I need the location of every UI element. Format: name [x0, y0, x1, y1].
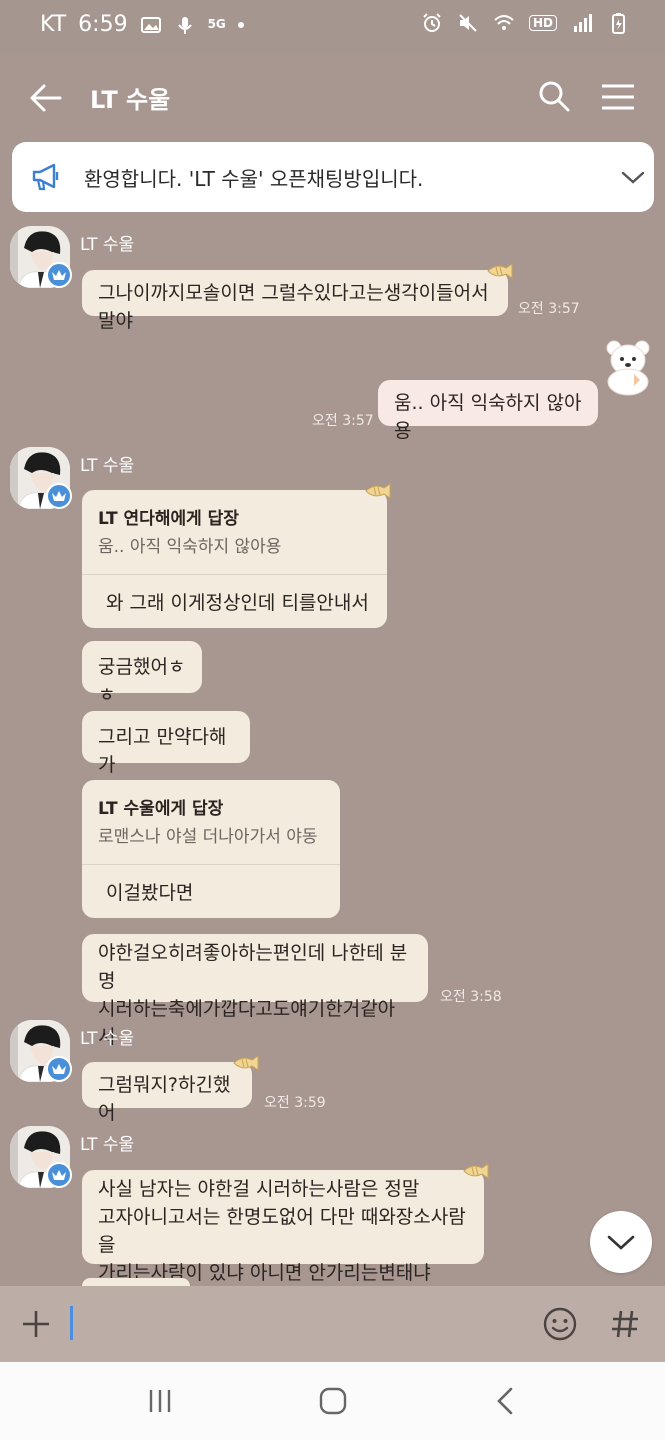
sender-name: LT 수울: [80, 456, 135, 476]
message-input-bar: [0, 1286, 665, 1362]
my-message-bubble[interactable]: 움.. 아직 익숙하지 않아용: [378, 380, 598, 442]
room-title: LT 수울: [90, 86, 171, 114]
scroll-to-bottom-button[interactable]: [590, 1211, 652, 1273]
notice-text: 환영합니다. 'LT 수울' 오픈채팅방입니다.: [84, 167, 424, 191]
reply-divider: [82, 574, 387, 575]
message-bubble[interactable]: 야한걸오히려좋아하는편인데 나한테 분명 시러하는축에가깝다고도얘기한거같아서: [82, 934, 428, 1048]
sender-name: LT 수울: [80, 1029, 135, 1049]
nav-back-icon[interactable]: [494, 1386, 516, 1416]
clock: 6:59: [78, 12, 128, 37]
reply-text: 이걸봤다면: [106, 882, 194, 904]
chevron-down-icon: [607, 1235, 635, 1250]
message-bubble[interactable]: 그나이까지모솔이면 그럴수있다고는생각이들어서말야: [82, 270, 508, 332]
crown-icon: [46, 262, 72, 288]
hash-icon[interactable]: [610, 1306, 640, 1342]
message-bubble[interactable]: 그리고 만약다해가: [82, 711, 250, 776]
crown-icon: [46, 1056, 72, 1082]
battery-icon: [607, 12, 629, 34]
message-line: 사실 남자는 야한걸 시러하는사람은 정말: [98, 1178, 420, 1200]
recent-apps-icon[interactable]: [146, 1388, 174, 1414]
status-bar: KT 6:59 5G HD: [0, 0, 665, 52]
bear-sticker-icon: [606, 340, 650, 396]
reply-quote: 로맨스나 야설 더나아가서 야동: [98, 827, 318, 847]
reply-quote: 움.. 아직 익숙하지 않아용: [98, 537, 282, 557]
message-time: 오전 3:59: [264, 1095, 326, 1111]
message-bubble[interactable]: 그럼뭐지?하긴했어: [82, 1062, 252, 1124]
fish-icon: [487, 263, 513, 279]
search-icon: [539, 81, 570, 112]
notification-dot: [237, 21, 244, 28]
reply-title: LT 연다해에게 답장: [98, 509, 239, 529]
message-line: 시러하는축에가깝다고도얘기한거같아서: [98, 998, 396, 1048]
notice-banner[interactable]: 환영합니다. 'LT 수울' 오픈채팅방입니다.: [12, 142, 654, 212]
signal-icon: [571, 12, 593, 34]
menu-button[interactable]: [600, 82, 636, 112]
plus-icon[interactable]: [20, 1308, 52, 1340]
fish-icon: [233, 1055, 259, 1071]
chat-header: LT 수울: [0, 52, 665, 142]
message-time: 오전 3:58: [440, 989, 502, 1005]
message-bubble[interactable]: 궁금했어ㅎㅎ: [82, 641, 202, 706]
search-button[interactable]: [536, 78, 572, 114]
back-arrow-icon: [30, 84, 62, 112]
wifi-icon: [493, 12, 515, 34]
message-time: 오전 3:57: [518, 301, 580, 317]
message-bubble[interactable]: 사실 남자는 야한걸 시러하는사람은 정말 고자아니고서는 한명도없어 다만 때…: [82, 1170, 484, 1284]
system-nav-bar: [0, 1362, 665, 1440]
sender-name: LT 수울: [80, 1135, 135, 1155]
mute-icon: [457, 12, 479, 34]
alarm-icon: [421, 12, 443, 34]
megaphone-icon: [32, 163, 59, 191]
reply-divider: [82, 864, 340, 865]
crown-icon: [46, 1162, 72, 1188]
crown-icon: [46, 483, 72, 509]
sender-name: LT 수울: [80, 235, 135, 255]
carrier-label: KT: [40, 12, 67, 37]
reply-message-bubble[interactable]: LT 연다해에게 답장 움.. 아직 익숙하지 않아용 와 그래 이게정상인데 …: [82, 490, 387, 628]
text-caret: [70, 1306, 73, 1340]
hd-badge: HD: [528, 15, 557, 31]
reply-message-bubble[interactable]: LT 수울에게 답장 로맨스나 야설 더나아가서 야동 이걸봤다면: [82, 780, 340, 918]
image-icon: [140, 14, 162, 36]
back-button[interactable]: [26, 80, 66, 116]
message-line: 야한걸오히려좋아하는편인데 나한테 분명: [98, 942, 408, 992]
reply-title: LT 수울에게 답장: [98, 799, 224, 819]
message-time: 오전 3:57: [312, 413, 374, 429]
message-line: 고자아니고서는 한명도없어 다만 때와장소사람을: [98, 1206, 466, 1256]
home-icon[interactable]: [318, 1386, 348, 1416]
emoji-icon[interactable]: [542, 1306, 578, 1342]
mic-icon: [174, 14, 196, 36]
fish-icon: [365, 483, 391, 499]
network-5g-badge: 5G: [207, 17, 226, 31]
message-input[interactable]: [80, 1304, 520, 1344]
message-bubble-partial: [82, 1278, 190, 1286]
reply-text: 와 그래 이게정상인데 티를안내서: [106, 592, 369, 614]
menu-icon: [602, 84, 634, 110]
fish-icon: [463, 1163, 489, 1179]
chevron-down-icon[interactable]: [620, 166, 646, 188]
